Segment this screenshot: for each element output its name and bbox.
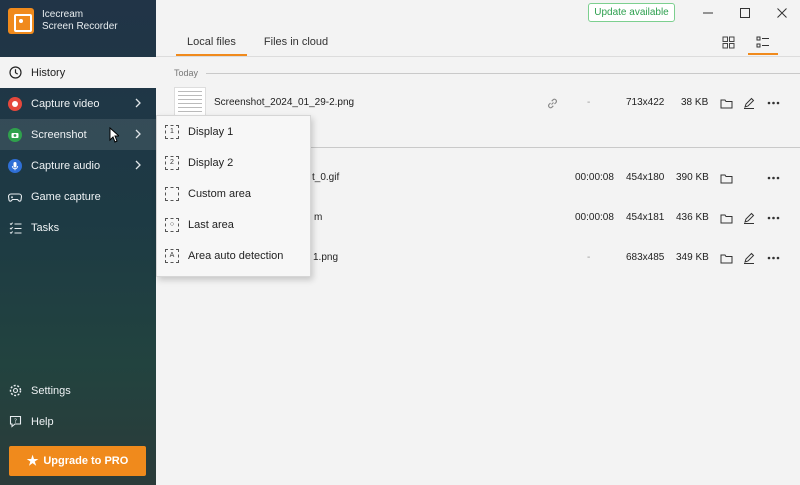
section-divider xyxy=(206,73,800,74)
sidebar-item-label: Capture video xyxy=(31,97,100,110)
file-resolution: 683x485 xyxy=(626,252,665,263)
gamepad-icon xyxy=(8,190,22,204)
app-name-line2: Screen Recorder xyxy=(42,21,118,32)
sidebar-nav: History Capture video Screenshot Capture… xyxy=(0,57,156,243)
section-divider xyxy=(306,147,800,148)
file-duration: 00:00:08 xyxy=(575,172,614,183)
sidebar-item-label: Capture audio xyxy=(31,159,101,172)
edit-icon[interactable] xyxy=(741,250,757,266)
last-area-icon: ○ xyxy=(165,217,179,232)
help-icon: ? xyxy=(8,415,22,429)
file-name: Screenshot_2024_01_29-2.png xyxy=(214,97,355,108)
sidebar-item-settings[interactable]: Settings xyxy=(0,375,156,406)
sidebar-item-label: History xyxy=(31,66,66,79)
app-logo-icon xyxy=(8,8,34,34)
app-brand: Icecream Screen Recorder xyxy=(8,8,118,34)
menu-item-display-1[interactable]: 1 Display 1 xyxy=(157,116,310,147)
table-row[interactable]: Screenshot_2024_01_29-2.png - 713x422 38… xyxy=(156,87,800,117)
clock-icon xyxy=(8,66,22,80)
auto-detection-icon: A xyxy=(165,248,179,263)
svg-text:?: ? xyxy=(13,418,16,425)
menu-item-last-area[interactable]: ○ Last area xyxy=(157,209,310,240)
close-icon[interactable] xyxy=(774,5,790,21)
upgrade-label: Upgrade to PRO xyxy=(43,455,129,467)
sidebar-item-label: Help xyxy=(31,415,54,428)
file-thumbnail xyxy=(174,87,206,117)
sidebar-item-label: Settings xyxy=(31,384,71,397)
sidebar-item-label: Screenshot xyxy=(31,128,87,141)
file-duration: 00:00:08 xyxy=(575,212,614,223)
microphone-icon xyxy=(8,158,22,173)
minimize-icon[interactable] xyxy=(700,5,716,21)
folder-icon[interactable] xyxy=(718,210,734,226)
upgrade-button[interactable]: ★ Upgrade to PRO xyxy=(9,446,146,476)
file-resolution: 454x181 xyxy=(626,212,665,223)
menu-item-label: Display 2 xyxy=(188,156,234,169)
folder-icon[interactable] xyxy=(718,170,734,186)
file-resolution: 454x180 xyxy=(626,172,665,183)
file-tabs: Local files Files in cloud xyxy=(176,32,339,56)
update-available-button[interactable]: Update available xyxy=(588,3,675,22)
custom-area-icon xyxy=(165,186,179,201)
sidebar-item-capture-audio[interactable]: Capture audio xyxy=(0,150,156,181)
edit-icon[interactable] xyxy=(741,95,757,111)
file-duration: - xyxy=(587,97,591,108)
file-name: t_0.gif xyxy=(312,172,340,183)
mouse-cursor-icon xyxy=(109,127,119,143)
more-icon[interactable] xyxy=(765,210,781,226)
more-icon[interactable] xyxy=(765,250,781,266)
sidebar-item-label: Game capture xyxy=(31,190,101,203)
section-label-today: Today xyxy=(174,68,199,78)
file-name: m xyxy=(314,212,323,223)
sidebar-item-capture-video[interactable]: Capture video xyxy=(0,88,156,119)
file-duration: - xyxy=(587,252,591,263)
star-icon: ★ xyxy=(26,453,39,468)
link-icon[interactable] xyxy=(544,95,560,111)
tab-files-in-cloud[interactable]: Files in cloud xyxy=(253,32,339,56)
folder-icon[interactable] xyxy=(718,250,734,266)
display-2-icon: 2 xyxy=(165,155,179,170)
chevron-right-icon xyxy=(135,129,141,139)
sidebar-item-help[interactable]: ? Help xyxy=(0,406,156,437)
menu-item-label: Area auto detection xyxy=(188,249,284,262)
chevron-right-icon xyxy=(135,98,141,108)
file-size: 390 KB xyxy=(676,172,709,183)
file-size: 349 KB xyxy=(676,252,709,263)
folder-icon[interactable] xyxy=(718,95,734,111)
file-size: 436 KB xyxy=(676,212,709,223)
tab-local-files[interactable]: Local files xyxy=(176,32,247,56)
edit-icon[interactable] xyxy=(741,210,757,226)
display-1-icon: 1 xyxy=(165,124,179,139)
sidebar-item-label: Tasks xyxy=(31,221,60,234)
sidebar-item-game-capture[interactable]: Game capture xyxy=(0,181,156,212)
menu-item-label: Custom area xyxy=(188,187,251,200)
sidebar: Icecream Screen Recorder History Capture… xyxy=(0,0,156,485)
sidebar-bottom-nav: Settings ? Help xyxy=(0,375,156,437)
tasks-icon xyxy=(8,221,22,235)
file-name: 1.png xyxy=(313,252,339,263)
app-name-line1: Icecream xyxy=(42,9,84,20)
screenshot-submenu: 1 Display 1 2 Display 2 Custom area ○ La… xyxy=(156,115,311,277)
menu-item-area-auto-detection[interactable]: A Area auto detection xyxy=(157,240,310,271)
file-size: 38 KB xyxy=(681,97,709,108)
menu-item-label: Display 1 xyxy=(188,125,234,138)
menu-item-label: Last area xyxy=(188,218,234,231)
sidebar-item-screenshot[interactable]: Screenshot xyxy=(0,119,156,150)
more-icon[interactable] xyxy=(765,95,781,111)
camera-icon xyxy=(8,127,22,142)
record-icon xyxy=(8,96,22,111)
chevron-right-icon xyxy=(135,160,141,170)
more-icon[interactable] xyxy=(765,170,781,186)
grid-view-icon[interactable] xyxy=(719,33,737,51)
file-resolution: 713x422 xyxy=(626,97,665,108)
gear-icon xyxy=(8,384,22,398)
menu-item-custom-area[interactable]: Custom area xyxy=(157,178,310,209)
sidebar-item-tasks[interactable]: Tasks xyxy=(0,212,156,243)
menu-item-display-2[interactable]: 2 Display 2 xyxy=(157,147,310,178)
sidebar-item-history[interactable]: History xyxy=(0,57,156,88)
divider xyxy=(156,56,800,57)
maximize-icon[interactable] xyxy=(737,5,753,21)
list-view-icon[interactable] xyxy=(748,33,778,55)
